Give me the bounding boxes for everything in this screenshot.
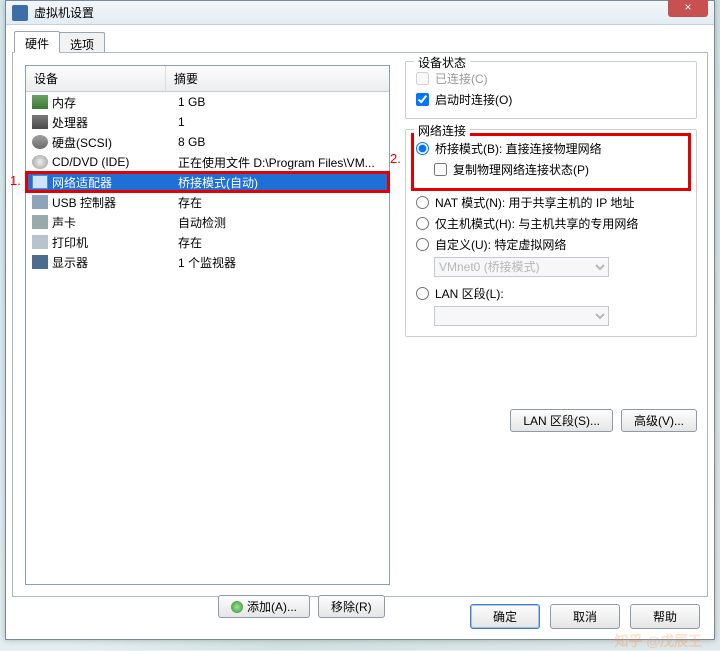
radio-bridged[interactable]: 桥接模式(B): 直接连接物理网络 xyxy=(416,138,686,159)
plus-icon xyxy=(231,601,243,613)
device-name: 打印机 xyxy=(52,234,172,251)
add-button[interactable]: 添加(A)... xyxy=(218,595,310,618)
device-summary: 1 个监视器 xyxy=(172,254,389,271)
device-name: 硬盘(SCSI) xyxy=(52,134,172,151)
tab-options[interactable]: 选项 xyxy=(59,32,105,54)
watermark: 知乎 @戊辰王 xyxy=(614,631,702,651)
hardware-row[interactable]: 网络适配器桥接模式(自动) xyxy=(26,172,389,192)
radio-nat[interactable]: NAT 模式(N): 用于共享主机的 IP 地址 xyxy=(416,192,686,213)
device-summary: 1 GB xyxy=(172,95,389,109)
group-legend: 设备状态 xyxy=(414,54,470,71)
cpu-icon xyxy=(32,115,48,129)
radio-nat-input[interactable] xyxy=(416,196,429,209)
radio-hostonly[interactable]: 仅主机模式(H): 与主机共享的专用网络 xyxy=(416,213,686,234)
hardware-row[interactable]: 处理器1 xyxy=(26,112,389,132)
advanced-button[interactable]: 高级(V)... xyxy=(621,409,697,432)
cancel-button[interactable]: 取消 xyxy=(550,604,620,629)
hardware-row[interactable]: 声卡自动检测 xyxy=(26,212,389,232)
usb-icon xyxy=(32,195,48,209)
device-summary: 存在 xyxy=(172,194,389,211)
device-name: 网络适配器 xyxy=(52,174,172,191)
radio-lan-segment[interactable]: LAN 区段(L): xyxy=(416,283,686,304)
net-icon xyxy=(32,175,48,189)
radio-custom-input[interactable] xyxy=(416,238,429,251)
ok-button[interactable]: 确定 xyxy=(470,604,540,629)
device-summary: 正在使用文件 D:\Program Files\VM... xyxy=(172,154,389,171)
device-name: 显示器 xyxy=(52,254,172,271)
chk-replicate[interactable]: 复制物理网络连接状态(P) xyxy=(434,159,686,180)
hardware-row[interactable]: 打印机存在 xyxy=(26,232,389,252)
device-name: 声卡 xyxy=(52,214,172,231)
col-device: 设备 xyxy=(26,66,166,91)
lan-segment-select xyxy=(434,306,609,326)
snd-icon xyxy=(32,215,48,229)
radio-lan-input[interactable] xyxy=(416,287,429,300)
col-summary: 摘要 xyxy=(166,66,389,91)
tabs: 硬件 选项 xyxy=(14,31,104,53)
app-icon xyxy=(12,5,28,21)
group-network-connection: 网络连接 桥接模式(B): 直接连接物理网络 复制物理网络连接状态(P) xyxy=(405,129,697,337)
hardware-row[interactable]: USB 控制器存在 xyxy=(26,192,389,212)
hardware-list[interactable]: 设备 摘要 内存1 GB处理器1硬盘(SCSI)8 GBCD/DVD (IDE)… xyxy=(25,65,390,585)
hardware-row[interactable]: 显示器1 个监视器 xyxy=(26,252,389,272)
tab-hardware[interactable]: 硬件 xyxy=(14,31,60,53)
device-summary: 自动检测 xyxy=(172,214,389,231)
close-button[interactable]: × xyxy=(668,0,708,17)
prn-icon xyxy=(32,235,48,249)
device-summary: 存在 xyxy=(172,234,389,251)
radio-hostonly-input[interactable] xyxy=(416,217,429,230)
group-legend: 网络连接 xyxy=(414,122,470,139)
device-name: USB 控制器 xyxy=(52,194,172,211)
hardware-row[interactable]: 硬盘(SCSI)8 GB xyxy=(26,132,389,152)
chk-connected-box xyxy=(416,72,429,85)
hdd-icon xyxy=(32,135,48,149)
mon-icon xyxy=(32,255,48,269)
help-button[interactable]: 帮助 xyxy=(630,604,700,629)
window-title: 虚拟机设置 xyxy=(34,4,94,21)
mem-icon xyxy=(32,95,48,109)
hardware-row[interactable]: 内存1 GB xyxy=(26,92,389,112)
chk-connect-on-power[interactable]: 启动时连接(O) xyxy=(416,89,686,110)
radio-bridged-input[interactable] xyxy=(416,142,429,155)
device-name: CD/DVD (IDE) xyxy=(52,155,172,169)
tab-pane: 设备 摘要 内存1 GB处理器1硬盘(SCSI)8 GBCD/DVD (IDE)… xyxy=(12,52,708,597)
add-button-label: 添加(A)... xyxy=(247,598,297,615)
titlebar: 虚拟机设置 xyxy=(6,1,714,25)
device-summary: 桥接模式(自动) xyxy=(172,174,389,191)
device-name: 内存 xyxy=(52,94,172,111)
device-name: 处理器 xyxy=(52,114,172,131)
hardware-list-header: 设备 摘要 xyxy=(26,66,389,92)
chk-connected: 已连接(C) xyxy=(416,68,686,89)
cd-icon xyxy=(32,155,48,169)
hardware-row[interactable]: CD/DVD (IDE)正在使用文件 D:\Program Files\VM..… xyxy=(26,152,389,172)
remove-button[interactable]: 移除(R) xyxy=(318,595,385,618)
highlight-box-2: 桥接模式(B): 直接连接物理网络 复制物理网络连接状态(P) xyxy=(416,138,686,186)
chk-connect-on-power-box[interactable] xyxy=(416,93,429,106)
custom-vmnet-select: VMnet0 (桥接模式) xyxy=(434,257,609,277)
device-summary: 1 xyxy=(172,115,389,129)
settings-window: 虚拟机设置 × 硬件 选项 设备 摘要 内存1 GB处理器1硬盘(SCSI)8 … xyxy=(5,0,715,640)
lan-segments-button[interactable]: LAN 区段(S)... xyxy=(510,409,613,432)
chk-replicate-box[interactable] xyxy=(434,163,447,176)
group-device-status: 设备状态 已连接(C) 启动时连接(O) xyxy=(405,61,697,119)
radio-custom[interactable]: 自定义(U): 特定虚拟网络 xyxy=(416,234,686,255)
device-summary: 8 GB xyxy=(172,135,389,149)
